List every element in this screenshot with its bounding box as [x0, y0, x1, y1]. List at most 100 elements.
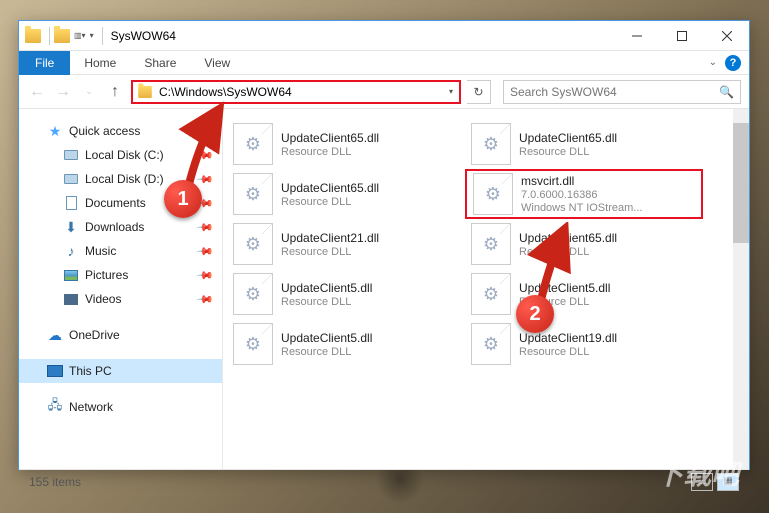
picture-icon — [64, 270, 78, 281]
gears-icon: ⚙ — [245, 234, 261, 255]
watermark: 下载吧 — [655, 453, 739, 493]
file-name: UpdateClient5.dll — [281, 281, 372, 295]
tab-home[interactable]: Home — [70, 51, 130, 75]
forward-button[interactable]: → — [53, 82, 73, 102]
history-dropdown-icon[interactable]: ⌄ — [79, 82, 99, 102]
file-thumb-icon: ⚙ — [471, 273, 511, 315]
pin-icon: 📌 — [196, 242, 215, 261]
file-name: UpdateClient5.dll — [281, 331, 372, 345]
address-input[interactable] — [157, 85, 443, 99]
file-item[interactable]: ⚙UpdateClient21.dllResource DLL — [227, 219, 465, 269]
file-thumb-icon: ⚙ — [233, 223, 273, 265]
file-meta: Resource DLL — [519, 246, 617, 258]
file-thumb-icon: ⚙ — [233, 323, 273, 365]
file-item[interactable]: ⚙UpdateClient65.dllResource DLL — [227, 119, 465, 169]
file-name: UpdateClient65.dll — [519, 131, 617, 145]
file-meta: Resource DLL — [281, 296, 372, 308]
nav-network[interactable]: 🖧Network — [19, 395, 222, 419]
up-button[interactable]: ↑ — [105, 82, 125, 102]
gears-icon: ⚙ — [245, 284, 261, 305]
status-bar: 155 items ☰ ▦ — [19, 469, 749, 493]
scrollbar[interactable] — [733, 109, 749, 469]
file-item[interactable]: ⚙ UpdateClient5.dllResource DLL — [227, 319, 465, 369]
nav-this-pc[interactable]: This PC — [19, 359, 222, 383]
star-icon: ★ — [47, 123, 63, 139]
video-icon — [64, 294, 78, 305]
gears-icon: ⚙ — [245, 334, 261, 355]
status-item-count: 155 items — [29, 475, 81, 489]
file-thumb-icon: ⚙ — [233, 273, 273, 315]
navigation-pane: ★Quick access Local Disk (C:)📌 Local Dis… — [19, 109, 223, 469]
refresh-button[interactable]: ↻ — [467, 80, 491, 104]
file-list: ⚙UpdateClient65.dllResource DLL⚙UpdateCl… — [223, 109, 749, 469]
address-folder-icon — [138, 86, 152, 98]
file-name: UpdateClient5.dll — [519, 281, 610, 295]
address-dropdown-icon[interactable]: ▾ — [443, 87, 459, 96]
nav-pictures[interactable]: Pictures📌 — [19, 263, 222, 287]
gears-icon: ⚙ — [485, 184, 501, 205]
file-item[interactable]: ⚙UpdateClient65.dllResource DLL — [465, 119, 703, 169]
gears-icon: ⚙ — [483, 334, 499, 355]
nav-music[interactable]: ♪Music📌 — [19, 239, 222, 263]
file-meta: Windows NT IOStream... — [521, 202, 642, 214]
nav-quick-access[interactable]: ★Quick access — [19, 119, 222, 143]
pin-icon: 📌 — [196, 290, 215, 309]
file-meta: Resource DLL — [281, 346, 372, 358]
file-name: UpdateClient65.dll — [519, 231, 617, 245]
gears-icon: ⚙ — [245, 184, 261, 205]
search-icon[interactable]: 🔍 — [719, 85, 734, 99]
file-meta: Resource DLL — [519, 346, 617, 358]
file-meta: Resource DLL — [281, 146, 379, 158]
file-name: UpdateClient65.dll — [281, 181, 379, 195]
tab-view[interactable]: View — [190, 51, 244, 75]
pin-icon: 📌 — [196, 146, 215, 165]
search-input[interactable] — [510, 85, 719, 99]
file-item[interactable]: ⚙ UpdateClient5.dllResource DLL — [227, 269, 465, 319]
search-box[interactable]: 🔍 — [503, 80, 741, 104]
nav-videos[interactable]: Videos📌 — [19, 287, 222, 311]
file-item[interactable]: ⚙UpdateClient19.dllResource DLL — [465, 319, 703, 369]
ribbon-expand-icon[interactable]: ⌄ — [709, 57, 717, 68]
file-item[interactable]: ⚙UpdateClient65.dllResource DLL — [227, 169, 465, 219]
qat-folder-icon[interactable] — [54, 29, 70, 43]
help-icon[interactable]: ? — [725, 55, 741, 71]
file-item[interactable]: ⚙ msvcirt.dll7.0.6000.16386Windows NT IOS… — [465, 169, 703, 219]
gears-icon: ⚙ — [483, 234, 499, 255]
navigation-bar: ← → ⌄ ↑ ▾ ↻ 🔍 — [19, 75, 749, 109]
network-icon: 🖧 — [47, 399, 63, 415]
ribbon-tabs: File Home Share View ⌄ ? — [19, 51, 749, 75]
scroll-thumb[interactable] — [733, 123, 749, 243]
minimize-button[interactable] — [614, 21, 659, 50]
nav-downloads[interactable]: ⬇Downloads📌 — [19, 215, 222, 239]
file-name: msvcirt.dll — [521, 174, 642, 188]
address-bar[interactable]: ▾ — [131, 80, 461, 104]
pin-icon: 📌 — [196, 218, 215, 237]
window-title: SysWOW64 — [111, 29, 176, 43]
folder-icon — [25, 29, 41, 43]
nav-onedrive[interactable]: ☁OneDrive — [19, 323, 222, 347]
nav-local-disk-c[interactable]: Local Disk (C:)📌 — [19, 143, 222, 167]
file-thumb-icon: ⚙ — [471, 323, 511, 365]
download-icon: ⬇ — [63, 219, 79, 235]
gears-icon: ⚙ — [483, 284, 499, 305]
titlebar: ▥▾ ▾ SysWOW64 — [19, 21, 749, 51]
annotation-marker-2: 2 — [516, 295, 554, 333]
tab-share[interactable]: Share — [130, 51, 190, 75]
file-thumb-icon: ⚙ — [233, 173, 273, 215]
gears-icon: ⚙ — [483, 134, 499, 155]
qat-dropdown-icon[interactable]: ▾ — [90, 31, 94, 40]
file-item[interactable]: ⚙ UpdateClient65.dllResource DLL — [465, 219, 703, 269]
file-thumb-icon: ⚙ — [471, 223, 511, 265]
disk-icon — [64, 150, 78, 160]
file-tab[interactable]: File — [19, 51, 70, 75]
maximize-button[interactable] — [659, 21, 704, 50]
file-meta: 7.0.6000.16386 — [521, 189, 642, 201]
pc-icon — [47, 365, 63, 377]
close-button[interactable] — [704, 21, 749, 50]
back-button[interactable]: ← — [27, 82, 47, 102]
file-item[interactable]: ⚙UpdateClient5.dllResource DLL — [465, 269, 703, 319]
disk-icon — [64, 174, 78, 184]
file-thumb-icon: ⚙ — [473, 173, 513, 215]
cloud-icon: ☁ — [47, 327, 63, 343]
qat-props-icon[interactable]: ▥▾ — [74, 31, 86, 40]
